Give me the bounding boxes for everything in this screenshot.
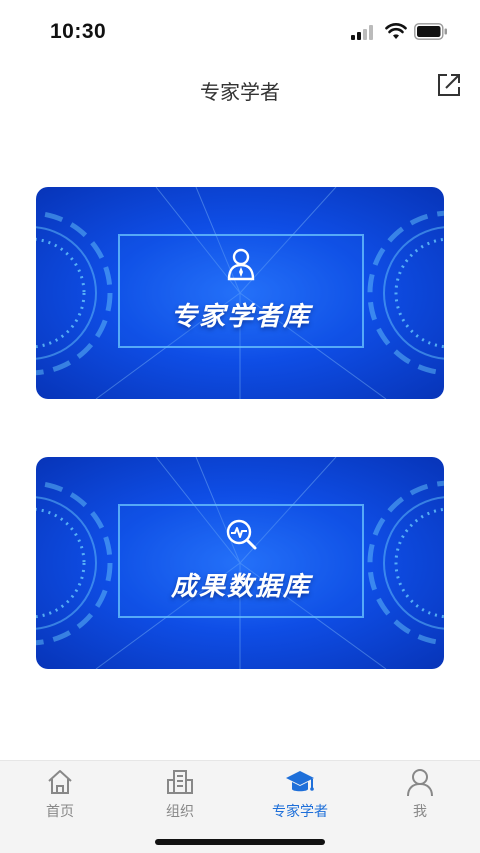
tab-label: 专家学者 <box>272 804 328 820</box>
tab-label: 我 <box>413 804 427 820</box>
search-analytics-icon <box>226 519 257 550</box>
graduation-cap-icon <box>286 771 314 792</box>
wifi-icon <box>385 23 407 39</box>
home-indicator[interactable] <box>155 839 325 845</box>
card-title: 专家学者库 <box>170 302 311 332</box>
tab-label: 首页 <box>46 804 74 820</box>
tab-experts[interactable]: 专家学者 <box>240 767 360 827</box>
card-frame: 专家学者库 <box>118 234 364 348</box>
share-external-icon[interactable] <box>434 70 464 100</box>
tab-home[interactable]: 首页 <box>0 767 120 827</box>
results-database-card[interactable]: 成果数据库 <box>36 457 444 669</box>
cellular-signal-icon <box>351 25 377 40</box>
tab-organization[interactable]: 组织 <box>120 767 240 827</box>
user-icon <box>407 769 433 797</box>
tab-me[interactable]: 我 <box>360 767 480 827</box>
expert-library-card[interactable]: 专家学者库 <box>36 187 444 399</box>
nav-bar: 专家学者 <box>0 64 480 114</box>
card-frame: 成果数据库 <box>118 504 364 618</box>
home-icon <box>48 770 72 794</box>
card-title: 成果数据库 <box>170 572 311 602</box>
tab-label: 组织 <box>166 804 194 820</box>
status-bar: 10:30 <box>0 0 480 64</box>
page-title: 专家学者 <box>200 80 280 104</box>
building-icon <box>167 770 193 794</box>
status-time: 10:30 <box>50 20 107 43</box>
expert-person-icon <box>227 248 255 281</box>
battery-icon <box>414 23 447 40</box>
